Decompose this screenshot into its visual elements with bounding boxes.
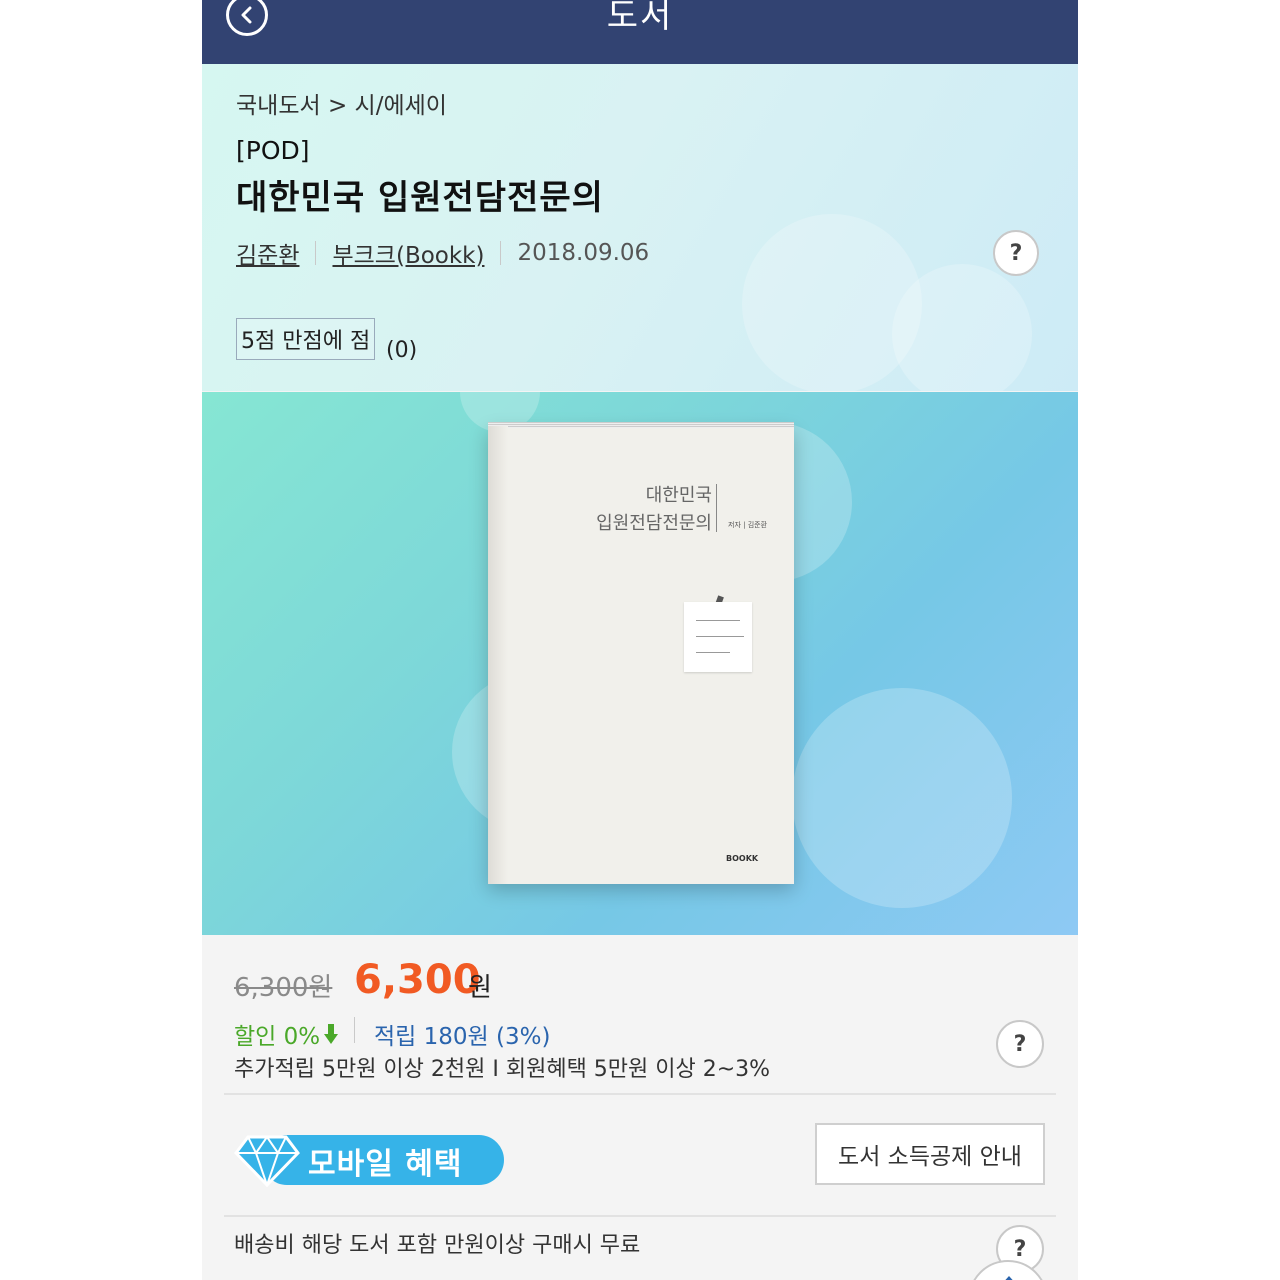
meta-divider xyxy=(500,241,502,265)
author-link[interactable]: 김준환 xyxy=(236,236,299,270)
rating-count: (0) xyxy=(386,338,418,363)
mobile-benefit-label: 모바일 혜택 xyxy=(308,1147,463,1182)
section-divider xyxy=(224,1215,1056,1217)
extra-benefits: 추가적립 5만원 이상 2천원 I 회원혜택 5만원 이상 2~3% xyxy=(234,1057,771,1082)
cover-area: 대한민국 입원전담전문의 저자 | 김준환 BOOKK xyxy=(202,392,1078,935)
chevron-up-icon xyxy=(1005,1276,1013,1280)
discount-rate: 할인 0% xyxy=(234,1017,339,1051)
shipping-info: 배송비 해당 도서 포함 만원이상 구매시 무료 xyxy=(234,1233,641,1258)
publisher-link[interactable]: 부크크(Bookk) xyxy=(332,236,484,270)
discount-label: 할인 0% xyxy=(234,1024,321,1050)
note-line xyxy=(696,636,744,637)
book-cover-image[interactable]: 대한민국 입원전담전문의 저자 | 김준환 BOOKK xyxy=(488,422,794,884)
decorative-bubble xyxy=(792,688,1012,908)
product-tag: [POD] xyxy=(236,136,310,165)
cover-title-line: 입원전담전문의 xyxy=(596,513,712,534)
top-bar: 도서 xyxy=(202,0,1078,64)
publish-date: 2018.09.06 xyxy=(517,240,650,266)
product-help-button[interactable]: ? xyxy=(993,230,1039,276)
sale-price: 6,300 xyxy=(354,957,481,1003)
reward-points: 적립 180원 (3%) xyxy=(374,1024,551,1050)
cover-publisher-logo: BOOKK xyxy=(726,854,759,863)
breadcrumb[interactable]: 국내도서 > 시/에세이 xyxy=(236,86,447,120)
note-line xyxy=(696,620,740,621)
note-line xyxy=(696,652,730,653)
page-title: 도서 xyxy=(606,0,674,36)
sale-price-unit: 원 xyxy=(468,973,492,1003)
original-price: 6,300원 xyxy=(234,973,333,1003)
book-spine xyxy=(488,426,508,884)
arrow-down-icon xyxy=(324,1024,339,1044)
tax-deduction-button[interactable]: 도서 소득공제 안내 xyxy=(815,1123,1045,1185)
price-divider xyxy=(354,1017,355,1043)
price-section: 6,300원 6,300 원 할인 0% 적립 180원 (3%) 추가적립 5… xyxy=(202,935,1078,1280)
phone-screen: 도서 국내도서 > 시/에세이 [POD] 대한민국 입원전담전문의 김준환 부… xyxy=(202,0,1078,1280)
price-help-button[interactable]: ? xyxy=(996,1020,1044,1068)
product-meta: 김준환 부크크(Bookk) 2018.09.06 xyxy=(236,236,649,270)
mobile-benefit-badge[interactable]: 모바일 혜택 xyxy=(234,1133,504,1187)
rating-label: 5점 만점에 점 xyxy=(236,318,376,360)
product-title: 대한민국 입원전담전문의 xyxy=(236,178,604,218)
cover-title-line: 대한민국 xyxy=(645,485,712,506)
decorative-bubble xyxy=(742,214,922,391)
cover-title: 대한민국 입원전담전문의 xyxy=(596,482,712,538)
cover-note xyxy=(684,602,752,672)
diamond-icon xyxy=(234,1135,300,1187)
decorative-bubble xyxy=(892,264,1032,391)
book-pages xyxy=(488,422,794,428)
section-divider xyxy=(224,1093,1056,1095)
product-info-panel: 국내도서 > 시/에세이 [POD] 대한민국 입원전담전문의 김준환 부크크(… xyxy=(202,64,1078,391)
cover-author: 저자 | 김준환 xyxy=(728,521,768,529)
cover-divider xyxy=(716,484,717,532)
meta-divider xyxy=(315,241,317,265)
